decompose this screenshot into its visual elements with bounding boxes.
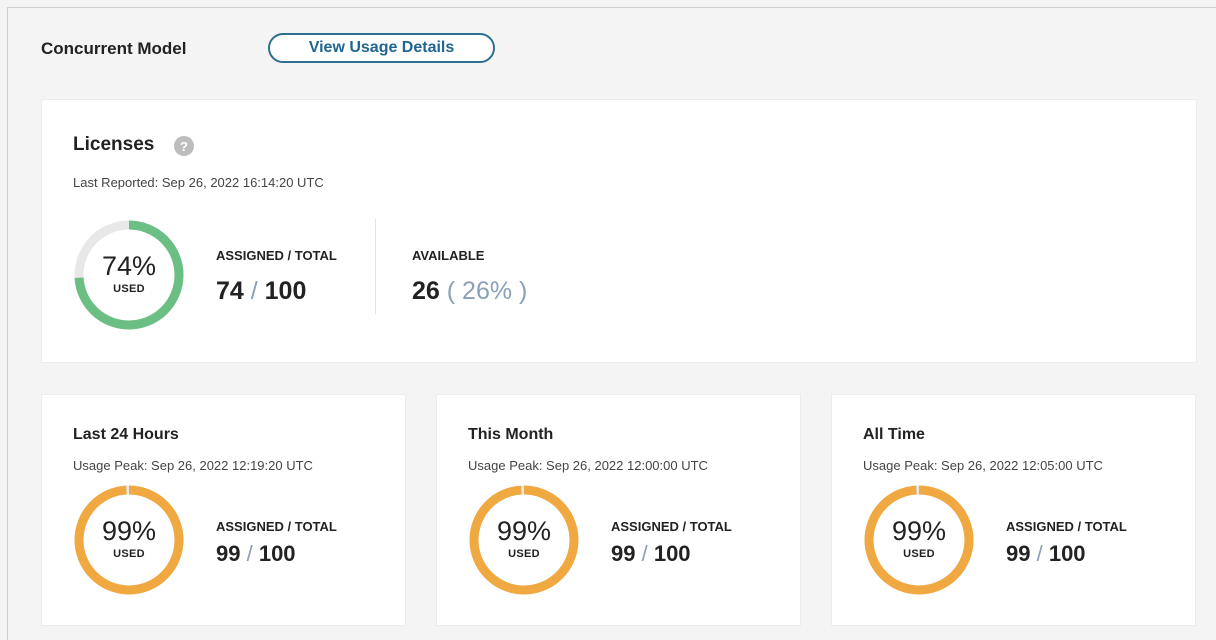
separator: / <box>1030 541 1049 566</box>
assigned-count: 99 <box>216 541 241 566</box>
period-title: All Time <box>863 426 925 443</box>
assigned-total-label: ASSIGNED / TOTAL <box>1006 519 1127 534</box>
available-count: 26 <box>412 277 440 305</box>
usage-peak-text: Usage Peak: Sep 26, 2022 12:00:00 UTC <box>468 458 708 473</box>
period-used-label: USED <box>113 548 145 560</box>
period-title: Last 24 Hours <box>73 426 179 443</box>
licenses-card: Licenses ? Last Reported: Sep 26, 2022 1… <box>41 99 1197 363</box>
available-value: 26 ( 26% ) <box>412 277 527 306</box>
total-count: 100 <box>264 277 307 305</box>
assigned-count: 99 <box>611 541 636 566</box>
assigned-total-value: 99 / 100 <box>611 541 691 567</box>
assigned-total-label: ASSIGNED / TOTAL <box>216 519 337 534</box>
assigned-count: 99 <box>1006 541 1031 566</box>
assigned-total-value: 99 / 100 <box>1006 541 1086 567</box>
period-usage-ring: 99% USED <box>72 483 186 597</box>
total-count: 100 <box>653 541 691 566</box>
licenses-used-label: USED <box>113 283 145 295</box>
separator: / <box>243 277 265 305</box>
assigned-total-label: ASSIGNED / TOTAL <box>216 248 337 263</box>
period-percent: 99% <box>101 516 157 546</box>
period-card-all-time: All Time Usage Peak: Sep 26, 2022 12:05:… <box>831 394 1196 626</box>
assigned-total-value: 74 / 100 <box>216 277 306 306</box>
period-used-label: USED <box>903 548 935 560</box>
stat-divider <box>375 218 376 314</box>
period-usage-ring: 99% USED <box>862 483 976 597</box>
last-reported-text: Last Reported: Sep 26, 2022 16:14:20 UTC <box>73 175 324 190</box>
period-usage-ring: 99% USED <box>467 483 581 597</box>
period-percent: 99% <box>496 516 552 546</box>
page-title: Concurrent Model <box>41 39 187 58</box>
licenses-usage-ring: 74% USED <box>72 218 186 332</box>
period-card-this-month: This Month Usage Peak: Sep 26, 2022 12:0… <box>436 394 801 626</box>
help-icon[interactable]: ? <box>174 136 194 156</box>
period-card-last-24-hours: Last 24 Hours Usage Peak: Sep 26, 2022 1… <box>41 394 406 626</box>
licenses-percent: 74% <box>101 251 157 281</box>
view-usage-details-button[interactable]: View Usage Details <box>268 33 495 63</box>
separator: / <box>240 541 259 566</box>
total-count: 100 <box>258 541 296 566</box>
period-title: This Month <box>468 426 554 443</box>
period-percent: 99% <box>891 516 947 546</box>
separator: / <box>635 541 654 566</box>
licenses-title: Licenses <box>73 134 155 155</box>
assigned-total-label: ASSIGNED / TOTAL <box>611 519 732 534</box>
assigned-count: 74 <box>216 277 244 305</box>
available-label: AVAILABLE <box>412 248 485 263</box>
usage-peak-text: Usage Peak: Sep 26, 2022 12:05:00 UTC <box>863 458 1103 473</box>
period-used-label: USED <box>508 548 540 560</box>
assigned-total-value: 99 / 100 <box>216 541 296 567</box>
total-count: 100 <box>1048 541 1086 566</box>
page-header: Concurrent Model <box>41 33 186 65</box>
available-percent: ( 26% ) <box>446 277 528 305</box>
usage-peak-text: Usage Peak: Sep 26, 2022 12:19:20 UTC <box>73 458 313 473</box>
